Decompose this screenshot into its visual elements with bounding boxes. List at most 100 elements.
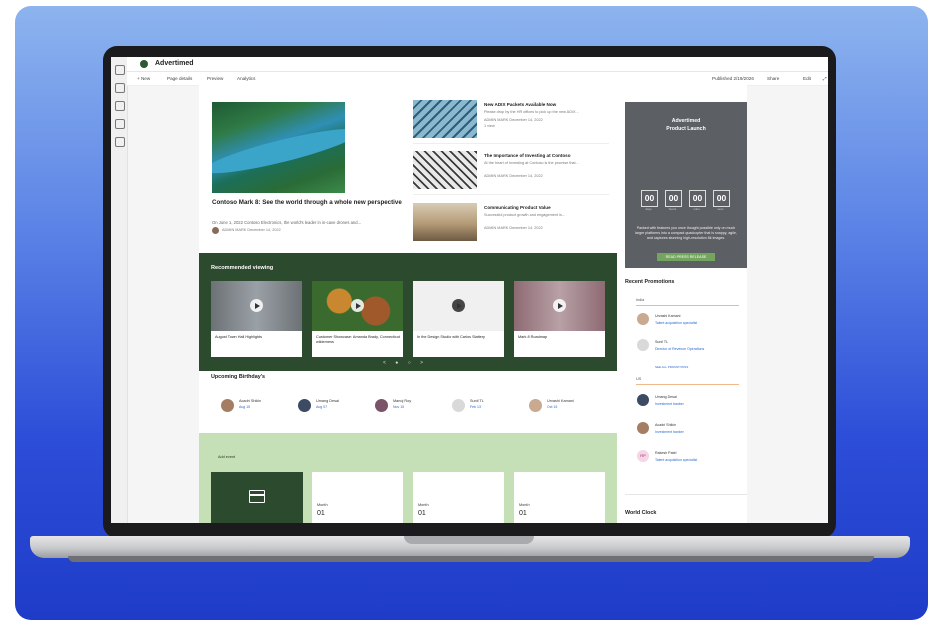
home-icon[interactable] [115, 65, 125, 75]
news-title-2[interactable]: The Importance of Investing at Contoso [484, 153, 609, 158]
hero-author: ADMIN MARK December 14, 2022 [222, 228, 281, 232]
video-title: August Town Hall Highlights [215, 335, 262, 339]
promotion-role[interactable]: Director of Revenue Operations [655, 347, 704, 351]
video-card[interactable]: Mark 8 Roadmap [514, 281, 605, 357]
play-icon[interactable] [250, 299, 263, 312]
birthdays-title: Upcoming Birthday's [211, 374, 265, 380]
preview-button[interactable]: Preview [207, 76, 223, 81]
laptop-screen: Advertimed + New Page details Preview An… [111, 57, 828, 523]
page-details-button[interactable]: Page details [167, 76, 192, 81]
hero-image[interactable] [212, 102, 345, 193]
new-button[interactable]: + New [137, 76, 150, 81]
news-meta-3: ADMIN MARK December 14, 2022 [484, 226, 543, 230]
promotion-role[interactable]: Investment banker [655, 402, 684, 406]
news-divider [413, 143, 609, 144]
page-canvas: Contoso Mark 8: See the world through a … [199, 85, 747, 523]
news-summary-2: At the heart of Investing at Contoso is … [484, 161, 579, 165]
expand-icon[interactable]: ⤢ [823, 76, 827, 81]
countdown-days: 00 [641, 190, 658, 207]
site-header: Advertimed [127, 57, 828, 72]
play-icon[interactable] [553, 299, 566, 312]
promotion-role[interactable]: Investment banker [655, 430, 684, 434]
recommended-viewing-section: Recommended viewing August Town Hall Hig… [199, 253, 617, 371]
promotions-group-us: US [636, 377, 642, 381]
promotion-name: Rakesh Patel [655, 451, 677, 455]
settings-icon[interactable] [115, 137, 125, 147]
read-press-release-button[interactable]: READ PRESS RELEASE [657, 253, 715, 261]
promo-brand: Advertimed [671, 118, 701, 124]
video-card[interactable]: In the Design Studio with Carlos Slatter… [413, 281, 504, 357]
countdown-seconds-label: secs [717, 207, 724, 211]
birthday-date[interactable]: Nov 15 [393, 405, 404, 409]
news-views-1: 1 view [484, 124, 495, 128]
author-avatar [212, 227, 219, 234]
edit-button[interactable]: Edit [803, 76, 811, 81]
birthday-date[interactable]: Aug 07 [316, 405, 327, 409]
avatar-initials: RP [637, 450, 649, 462]
event-card[interactable]: Month 01 [312, 472, 403, 523]
birthday-date[interactable]: Oct 15 [547, 405, 557, 409]
event-month: Month [519, 503, 530, 507]
avatar [298, 399, 311, 412]
analytics-button[interactable]: Analytics [237, 76, 255, 81]
birthday-date[interactable]: Aug 15 [239, 405, 250, 409]
promotion-role[interactable]: Talent acquisition specialist [655, 321, 697, 325]
birthday-name: Acadri Shikin [239, 399, 262, 403]
event-month: Month [317, 503, 328, 507]
product-launch-promo: Advertimed Product Launch 00 00 00 00 da… [625, 102, 747, 268]
avatar [637, 339, 649, 351]
news-title-3[interactable]: Communicating Product Value [484, 205, 609, 210]
promo-description: Packed with features you once thought po… [635, 226, 737, 240]
world-clock-title: World Clock [625, 510, 657, 516]
video-card[interactable]: August Town Hall Highlights [211, 281, 302, 357]
video-card[interactable]: Customer Showcase: Amanda Brady, Connect… [312, 281, 403, 357]
countdown-minutes: 00 [689, 190, 706, 207]
promotions-title: Recent Promotions [625, 279, 675, 285]
section-divider [625, 494, 747, 495]
sites-icon[interactable] [115, 83, 125, 93]
avatar [452, 399, 465, 412]
chat-icon[interactable] [115, 119, 125, 129]
see-all-promotions-link[interactable]: SEE ALL PROMOTIONS [655, 365, 688, 369]
play-icon[interactable] [351, 299, 364, 312]
avatar [637, 422, 649, 434]
published-status: Published 2/19/2026 [712, 76, 754, 81]
add-event-button[interactable]: Add event [218, 455, 235, 459]
news-divider [413, 194, 609, 195]
event-month: Month [418, 503, 429, 507]
promotion-role[interactable]: Talent acquisition specialist [655, 458, 697, 462]
news-image-3[interactable] [413, 203, 477, 241]
calendar-icon [249, 490, 265, 503]
hero-title[interactable]: Contoso Mark 8: See the world through a … [212, 199, 402, 207]
countdown-hours-label: hours [668, 207, 677, 211]
news-image-1[interactable] [413, 100, 477, 138]
birthday-date[interactable]: Feb 13 [470, 405, 481, 409]
avatar [529, 399, 542, 412]
laptop-notch [404, 536, 534, 544]
carousel-pager[interactable]: < ● ○ > [383, 360, 427, 366]
site-title[interactable]: Advertimed [155, 60, 194, 67]
promotion-name: Acadri Shikin [655, 423, 676, 427]
birthday-name: Sunil TL [470, 399, 484, 403]
pages-icon[interactable] [115, 101, 125, 111]
laptop-base-shadow [68, 556, 874, 562]
countdown-seconds: 00 [713, 190, 730, 207]
left-rail [111, 57, 128, 523]
event-card[interactable]: Month 01 [413, 472, 504, 523]
play-icon[interactable] [452, 299, 465, 312]
event-calendar-tile [211, 472, 303, 523]
avatar [637, 394, 649, 406]
news-title-1[interactable]: New ADIX Packets Available Now [484, 102, 609, 107]
promotion-name: Sunil TL [655, 340, 669, 344]
event-card[interactable]: Month 01 [514, 472, 605, 523]
birthday-name: Manoj Roy [393, 399, 412, 403]
share-button[interactable]: Share [767, 76, 779, 81]
news-summary-3: Successful product growth and engagement… [484, 213, 566, 217]
birthday-name: Umang Desai [316, 399, 340, 403]
news-image-2[interactable] [413, 151, 477, 189]
group-divider [636, 305, 739, 306]
promotion-name: Umang Desai [655, 395, 677, 399]
news-summary-1: Please drop by the HR offices to pick up… [484, 110, 579, 114]
promotions-group-india: India [636, 298, 645, 302]
group-divider [636, 384, 739, 385]
